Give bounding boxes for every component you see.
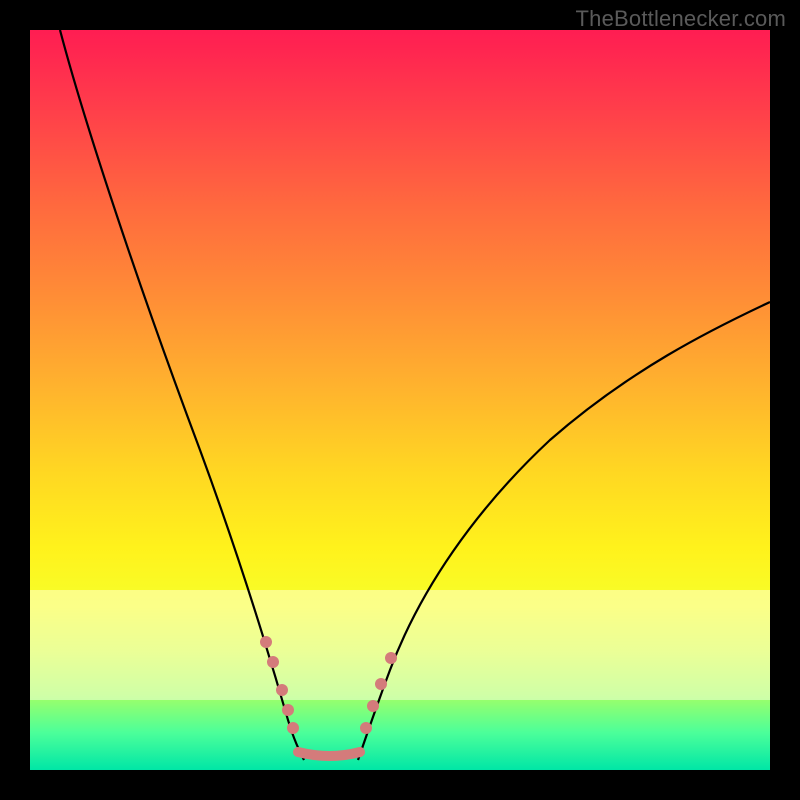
- marker-dot: [367, 700, 379, 712]
- curve-layer: [30, 30, 770, 770]
- marker-dot: [360, 722, 372, 734]
- marker-dot: [276, 684, 288, 696]
- marker-dot: [267, 656, 279, 668]
- chart-frame: TheBottlenecker.com: [0, 0, 800, 800]
- marker-dot: [287, 722, 299, 734]
- marker-dot: [260, 636, 272, 648]
- right-curve: [358, 302, 770, 760]
- marker-dot: [385, 652, 397, 664]
- watermark-text: TheBottlenecker.com: [576, 6, 786, 32]
- marker-dot: [282, 704, 294, 716]
- marker-dot: [375, 678, 387, 690]
- trough-bridge: [298, 752, 360, 756]
- left-curve: [60, 30, 304, 760]
- plot-area: [30, 30, 770, 770]
